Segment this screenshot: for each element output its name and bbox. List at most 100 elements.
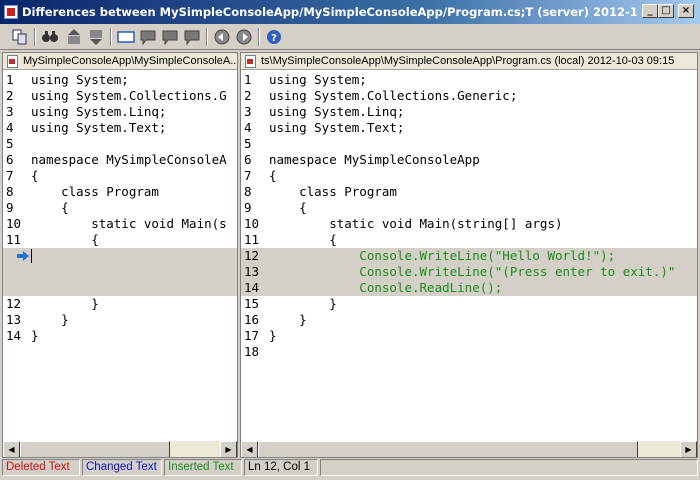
file-icon xyxy=(245,55,256,68)
inserted-text-legend: Inserted Text xyxy=(164,459,242,476)
code-line[interactable]: 15 } xyxy=(241,296,697,312)
close-button[interactable]: × xyxy=(678,4,694,18)
code-line[interactable]: 13 Console.WriteLine("(Press enter to ex… xyxy=(241,264,697,280)
line-number: 7 xyxy=(6,168,14,183)
line-number: 9 xyxy=(244,200,252,215)
scroll-right-button[interactable]: ▶ xyxy=(220,441,237,457)
comment-icon[interactable] xyxy=(138,27,158,47)
view-icon[interactable] xyxy=(116,27,136,47)
line-text: } xyxy=(31,312,69,327)
scroll-thumb[interactable] xyxy=(258,441,638,457)
code-line[interactable]: 17} xyxy=(241,328,697,344)
line-text: { xyxy=(31,232,99,247)
text-caret xyxy=(31,249,32,263)
merge-right-icon[interactable] xyxy=(234,27,254,47)
line-text: using System.Collections.Generic; xyxy=(269,88,518,103)
code-line[interactable]: 3 using System.Linq; xyxy=(3,104,237,120)
line-number: 1 xyxy=(6,72,14,87)
line-text: static void Main(s xyxy=(31,216,227,231)
code-line[interactable] xyxy=(3,248,237,264)
code-line[interactable]: 14} xyxy=(3,328,237,344)
left-horizontal-scrollbar[interactable]: ◀ ▶ xyxy=(3,440,237,457)
maximize-button[interactable]: □ xyxy=(658,4,674,18)
comment-icon[interactable] xyxy=(160,27,180,47)
line-number: 2 xyxy=(6,88,14,103)
scroll-left-button[interactable]: ◀ xyxy=(3,441,20,457)
comment-icon[interactable] xyxy=(182,27,202,47)
cursor-position: Ln 12, Col 1 xyxy=(244,459,318,476)
code-line[interactable]: 5 xyxy=(3,136,237,152)
scroll-thumb[interactable] xyxy=(20,441,170,457)
code-line[interactable]: 10 static void Main(s xyxy=(3,216,237,232)
line-number: 17 xyxy=(244,328,260,343)
code-line[interactable]: 3 using System.Linq; xyxy=(241,104,697,120)
line-text: using System.Text; xyxy=(269,120,405,135)
code-line[interactable]: 14 Console.ReadLine(); xyxy=(241,280,697,296)
line-number: 10 xyxy=(244,216,260,231)
code-line[interactable]: 1 using System; xyxy=(241,72,697,88)
left-code-view[interactable]: 1 using System; 2 using System.Collections.… xyxy=(3,72,237,440)
code-line[interactable]: 12 Console.WriteLine("Hello World!"); xyxy=(241,248,697,264)
next-difference-icon[interactable] xyxy=(86,27,106,47)
current-difference-arrow-icon xyxy=(17,251,29,261)
code-line[interactable]: 11 { xyxy=(241,232,697,248)
right-pane-header: ts\MySimpleConsoleApp\MySimpleConsoleApp… xyxy=(241,53,697,70)
line-number: 5 xyxy=(244,136,252,151)
toolbar-separator xyxy=(110,28,112,46)
right-code-view[interactable]: 1 using System; 2 using System.Collections.… xyxy=(241,72,697,440)
copy-icon[interactable] xyxy=(10,27,30,47)
code-line[interactable]: 11 { xyxy=(3,232,237,248)
scroll-right-button[interactable]: ▶ xyxy=(680,441,697,457)
code-line[interactable] xyxy=(3,280,237,296)
line-number: 11 xyxy=(244,232,260,247)
code-line[interactable]: 2 using System.Collections.Generic; xyxy=(241,88,697,104)
code-line[interactable]: 6 namespace MySimpleConsoleApp xyxy=(241,152,697,168)
title-bar[interactable]: Differences between MySimpleConsoleApp/M… xyxy=(0,0,700,24)
svg-text:?: ? xyxy=(271,33,277,44)
line-number: 4 xyxy=(6,120,14,135)
line-text: { xyxy=(31,168,39,183)
merge-left-icon[interactable] xyxy=(212,27,232,47)
line-number: 4 xyxy=(244,120,252,135)
code-line[interactable]: 12 } xyxy=(3,296,237,312)
code-line[interactable]: 8 class Program xyxy=(3,184,237,200)
line-text: { xyxy=(269,168,277,183)
line-number: 5 xyxy=(6,136,14,151)
code-line[interactable] xyxy=(3,264,237,280)
minimize-button[interactable]: _ xyxy=(642,4,658,18)
code-line[interactable]: 10 static void Main(string[] args) xyxy=(241,216,697,232)
line-text: Console.WriteLine("Hello World!"); xyxy=(269,248,616,263)
code-line[interactable]: 5 xyxy=(241,136,697,152)
line-number: 8 xyxy=(244,184,252,199)
right-horizontal-scrollbar[interactable]: ◀ ▶ xyxy=(241,440,697,457)
changed-text-legend: Changed Text xyxy=(82,459,162,476)
line-text: using System.Text; xyxy=(31,120,167,135)
code-line[interactable]: 9 { xyxy=(3,200,237,216)
line-number: 6 xyxy=(244,152,252,167)
code-line[interactable]: 4 using System.Text; xyxy=(3,120,237,136)
line-number: 9 xyxy=(6,200,14,215)
help-icon[interactable]: ? xyxy=(264,27,284,47)
line-text: { xyxy=(269,200,307,215)
line-text: } xyxy=(269,296,337,311)
code-line[interactable]: 8 class Program xyxy=(241,184,697,200)
left-pane[interactable]: MySimpleConsoleApp\MySimpleConsoleA... 1… xyxy=(2,52,238,458)
line-text: static void Main(string[] args) xyxy=(269,216,563,231)
code-line[interactable]: 13 } xyxy=(3,312,237,328)
code-line[interactable]: 4 using System.Text; xyxy=(241,120,697,136)
code-line[interactable]: 16 } xyxy=(241,312,697,328)
status-panel xyxy=(320,459,698,476)
code-line[interactable]: 7{ xyxy=(3,168,237,184)
code-line[interactable]: 6 namespace MySimpleConsoleA xyxy=(3,152,237,168)
code-line[interactable]: 7{ xyxy=(241,168,697,184)
code-line[interactable]: 1 using System; xyxy=(3,72,237,88)
code-line[interactable]: 2 using System.Collections.G xyxy=(3,88,237,104)
right-pane[interactable]: ts\MySimpleConsoleApp\MySimpleConsoleApp… xyxy=(240,52,698,458)
line-number: 15 xyxy=(244,296,260,311)
code-line[interactable]: 9 { xyxy=(241,200,697,216)
scroll-left-button[interactable]: ◀ xyxy=(241,441,258,457)
line-number: 7 xyxy=(244,168,252,183)
previous-difference-icon[interactable] xyxy=(64,27,84,47)
code-line[interactable]: 18 xyxy=(241,344,697,360)
find-icon[interactable] xyxy=(40,27,60,47)
